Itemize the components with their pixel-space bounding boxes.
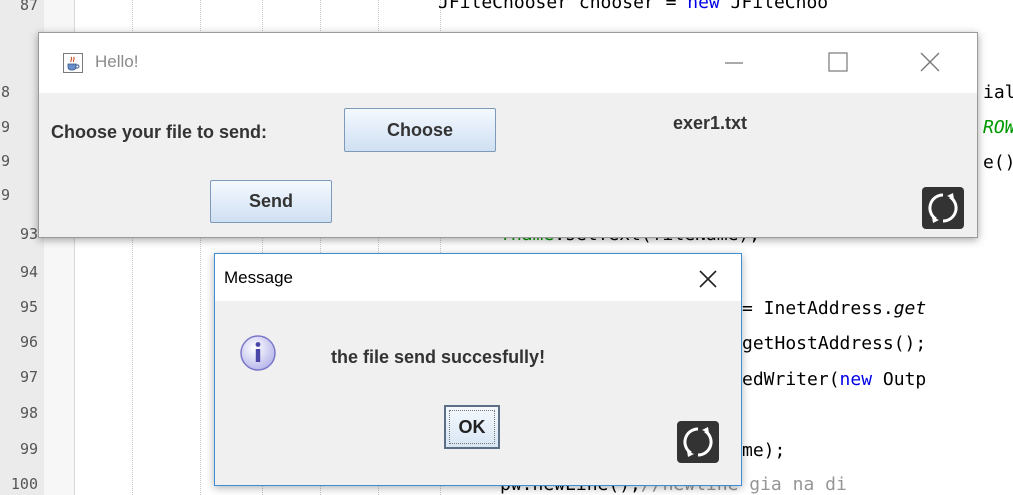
line-number: 8	[0, 83, 10, 101]
sync-overlay-button[interactable]	[677, 421, 719, 463]
info-icon	[239, 334, 277, 372]
minimize-button[interactable]	[714, 43, 754, 83]
selected-file-name: exer1.txt	[673, 113, 748, 133]
code-token: JFileChooser chooser =	[438, 0, 688, 13]
line-number: 96	[19, 333, 38, 351]
code-token: me);	[742, 440, 786, 461]
code-line: = InetAddress.get	[742, 298, 926, 319]
code-token: ial	[983, 82, 1013, 103]
code-token: new	[839, 369, 873, 390]
ok-button[interactable]: OK	[444, 405, 500, 449]
code-token: Outp	[872, 369, 927, 390]
message-text: the file send succesfully!	[331, 347, 546, 367]
code-line: ial	[983, 82, 1013, 103]
line-number: 87	[19, 0, 38, 14]
choose-button[interactable]: Choose	[344, 108, 496, 152]
ok-button-label: OK	[458, 416, 486, 437]
code-token: get	[893, 298, 927, 319]
code-line: ROW	[983, 117, 1013, 138]
maximize-icon	[828, 52, 848, 72]
code-line: edWriter(new Outp	[742, 369, 926, 390]
hello-window-title: Hello!	[95, 52, 139, 71]
code-token: = InetAddress.	[742, 298, 894, 319]
message-dialog-title: Message	[224, 268, 293, 287]
send-button[interactable]: Send	[210, 180, 332, 223]
java-coffee-icon	[63, 53, 83, 73]
line-number: 99	[19, 440, 38, 458]
hello-title-bar[interactable]: Hello!	[39, 33, 977, 93]
message-dialog: Message the file send succesfully! OK	[214, 253, 742, 486]
code-token: ROW	[983, 117, 1013, 138]
code-line: getHostAddress();	[742, 333, 926, 354]
code-line: me);	[742, 440, 785, 461]
sync-overlay-button[interactable]	[922, 187, 964, 229]
close-icon	[699, 270, 717, 288]
sync-icon	[683, 427, 713, 457]
line-number: 97	[19, 368, 38, 386]
line-number: 95	[19, 298, 38, 316]
maximize-button[interactable]	[818, 43, 858, 83]
close-button[interactable]	[910, 43, 950, 83]
line-number: 93	[19, 225, 38, 243]
hello-window: Hello! Choose your file to send: Choose …	[38, 32, 978, 238]
code-token: new	[687, 0, 720, 13]
choose-file-label: Choose your file to send:	[51, 122, 268, 142]
line-number: 94	[19, 263, 38, 281]
minimize-icon	[725, 62, 743, 64]
line-number: 9	[0, 118, 10, 136]
message-title-bar[interactable]: Message	[215, 254, 741, 301]
line-number: 9	[0, 186, 10, 204]
code-line: e()	[983, 152, 1013, 173]
close-icon	[920, 52, 940, 72]
code-token: edWriter(	[742, 369, 840, 390]
line-number: 9	[0, 152, 10, 170]
code-token: JFileChoo	[719, 0, 829, 13]
code-token: getHostAddress();	[742, 333, 927, 354]
line-number: 100	[10, 475, 38, 493]
sync-icon	[928, 193, 958, 223]
line-number: 98	[19, 404, 38, 422]
dialog-close-button[interactable]	[693, 264, 723, 294]
code-token: e()	[983, 152, 1013, 173]
code-line: JFileChooser chooser = new JFileChoo	[438, 0, 828, 13]
